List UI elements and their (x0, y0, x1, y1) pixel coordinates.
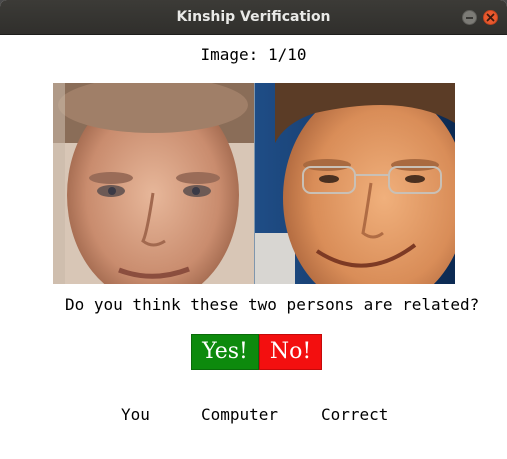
no-button[interactable]: No! (259, 334, 322, 370)
right-face-image (254, 83, 455, 284)
face-pair (53, 83, 455, 284)
minimize-icon[interactable] (462, 10, 477, 25)
score-label-computer: Computer (201, 405, 279, 424)
yes-button[interactable]: Yes! (191, 334, 259, 370)
title-bar: Kinship Verification (0, 0, 507, 35)
close-icon[interactable] (483, 10, 498, 25)
image-counter: Image: 1/10 (200, 45, 307, 64)
question-text: Do you think these two persons are relat… (65, 295, 480, 314)
main-content: Image: 1/10 Do you think these two perso… (0, 35, 507, 459)
score-label-correct: Correct (321, 405, 389, 424)
app-window: Kinship Verification Image: 1/10 Do you … (0, 0, 507, 459)
window-title: Kinship Verification (176, 9, 331, 25)
left-face-image (53, 83, 254, 284)
score-label-you: You (121, 405, 150, 424)
